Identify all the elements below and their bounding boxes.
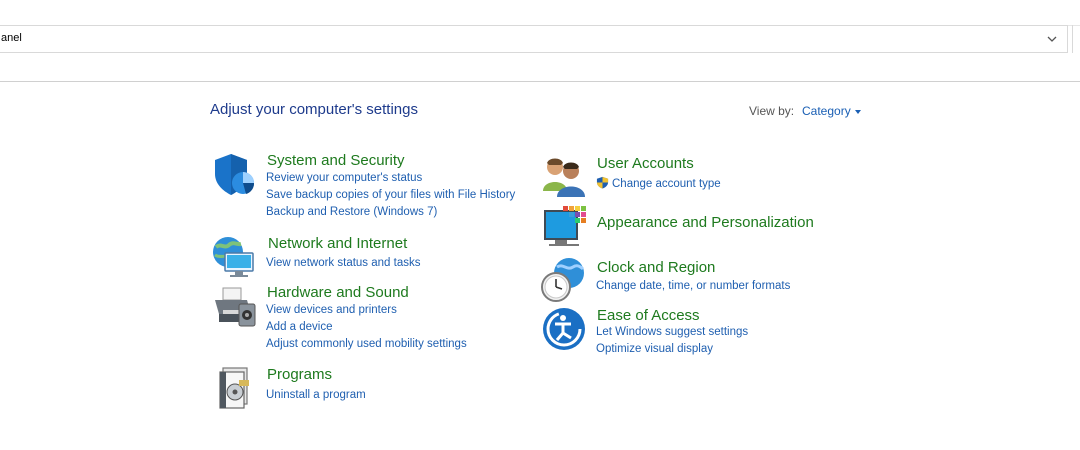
view-by-value: Category bbox=[802, 104, 851, 118]
link-optimize-visual[interactable]: Optimize visual display bbox=[596, 343, 713, 355]
globe-network-icon bbox=[213, 237, 254, 277]
category-programs: Programs Uninstall a program bbox=[211, 366, 531, 411]
ease-of-access-icon bbox=[543, 308, 585, 350]
chevron-down-icon[interactable] bbox=[1045, 32, 1059, 46]
link-add-device[interactable]: Add a device bbox=[266, 321, 333, 333]
category-appearance-personalization: Appearance and Personalization bbox=[541, 204, 861, 250]
window-top-strip bbox=[0, 0, 1080, 26]
address-text: anel bbox=[1, 32, 22, 44]
users-icon bbox=[543, 158, 585, 197]
category-ease-of-access: Ease of Access Let Windows suggest setti… bbox=[541, 306, 861, 356]
uac-shield-icon bbox=[596, 176, 609, 189]
link-file-history[interactable]: Save backup copies of your files with Fi… bbox=[266, 189, 515, 201]
category-title-ease-of-access[interactable]: Ease of Access bbox=[597, 307, 700, 324]
link-network-status[interactable]: View network status and tasks bbox=[266, 257, 420, 269]
monitor-palette-icon bbox=[544, 206, 586, 246]
address-bar[interactable]: anel bbox=[0, 25, 1068, 53]
clock-globe-icon bbox=[541, 258, 585, 302]
category-title-user-accounts[interactable]: User Accounts bbox=[597, 155, 694, 172]
link-uninstall-program[interactable]: Uninstall a program bbox=[266, 389, 366, 401]
link-change-account-type[interactable]: Change account type bbox=[596, 176, 721, 190]
caret-down-icon bbox=[854, 109, 861, 114]
category-clock-region: Clock and Region Change date, time, or n… bbox=[541, 257, 861, 302]
category-network-internet: Network and Internet View network status… bbox=[211, 235, 531, 280]
link-mobility-settings[interactable]: Adjust commonly used mobility settings bbox=[266, 338, 467, 350]
category-title-clock-region[interactable]: Clock and Region bbox=[597, 259, 715, 276]
category-hardware-sound: Hardware and Sound View devices and prin… bbox=[211, 284, 531, 354]
page-title: Adjust your computer's settings bbox=[210, 101, 418, 118]
link-review-status[interactable]: Review your computer's status bbox=[266, 172, 422, 184]
programs-icon bbox=[219, 367, 249, 409]
link-suggest-settings[interactable]: Let Windows suggest settings bbox=[596, 326, 748, 338]
printer-icon bbox=[215, 287, 256, 327]
category-title-network-internet[interactable]: Network and Internet bbox=[268, 235, 407, 252]
link-change-account-type-label: Change account type bbox=[612, 178, 721, 190]
link-date-time-formats[interactable]: Change date, time, or number formats bbox=[596, 280, 790, 292]
view-by-dropdown[interactable]: Category bbox=[802, 104, 861, 118]
address-separator bbox=[1072, 25, 1073, 53]
category-user-accounts: User Accounts Change account type bbox=[541, 155, 861, 200]
view-by-label: View by: bbox=[749, 104, 795, 118]
link-devices-printers[interactable]: View devices and printers bbox=[266, 304, 397, 316]
shield-icon bbox=[215, 154, 255, 195]
category-title-hardware-sound[interactable]: Hardware and Sound bbox=[267, 284, 409, 301]
link-backup-restore[interactable]: Backup and Restore (Windows 7) bbox=[266, 206, 437, 218]
toolbar-divider bbox=[0, 81, 1080, 82]
category-title-system-security[interactable]: System and Security bbox=[267, 152, 405, 169]
category-title-programs[interactable]: Programs bbox=[267, 366, 332, 383]
category-title-appearance-personalization[interactable]: Appearance and Personalization bbox=[597, 214, 814, 231]
category-system-security: System and Security Review your computer… bbox=[211, 152, 531, 227]
